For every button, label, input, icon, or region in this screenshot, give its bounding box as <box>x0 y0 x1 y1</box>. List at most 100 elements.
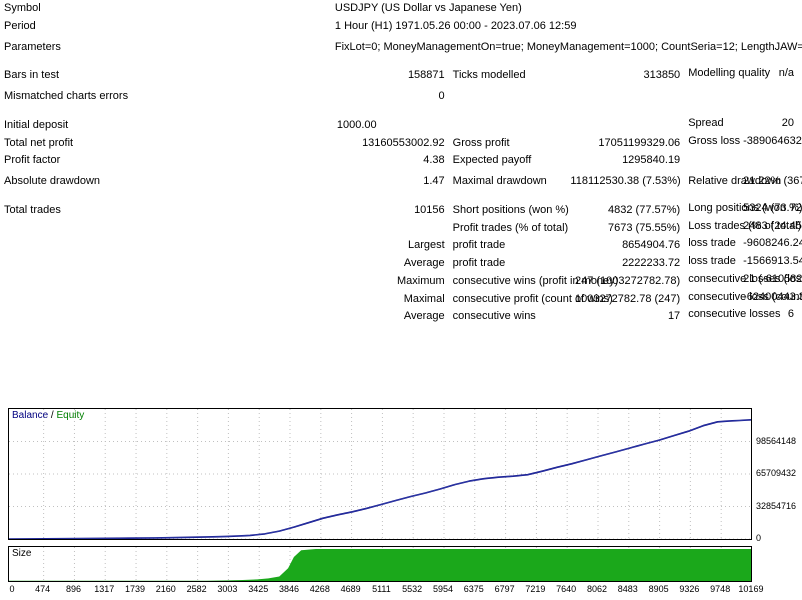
largest-loss-trade-label: loss trade <box>688 237 736 250</box>
balance-chart-legend: Balance / Equity <box>12 410 84 421</box>
average-loss-trade-label: loss trade <box>688 255 736 267</box>
x-axis-tick: 896 <box>65 584 81 594</box>
spread-cell: Spread 20 <box>684 117 802 135</box>
report-row-maximal: Maximal consecutive profit (count of win… <box>0 291 802 309</box>
report-row-profit-trades: Profit trades (% of total) 7673 (75.55%)… <box>0 220 802 238</box>
x-axis-tick: 2582 <box>186 584 207 594</box>
y-axis-tick: 0 <box>756 533 762 543</box>
spacer <box>0 59 802 67</box>
mismatched-label: Mismatched charts errors <box>4 90 129 102</box>
modelling-quality-label: Modelling quality <box>688 67 771 80</box>
expected-payoff-value: 1295840.19 <box>622 154 681 167</box>
largest-prefix: Largest <box>407 239 445 252</box>
x-axis-tick: 5111 <box>372 584 391 594</box>
x-axis-tick: 8905 <box>648 584 669 594</box>
avg-consecutive-wins-label: consecutive wins <box>452 310 536 323</box>
report-row-total-trades: Total trades 10156 Short positions (won … <box>0 202 802 220</box>
average-loss-trade-value: -1566913.54 <box>743 255 802 267</box>
x-axis-tick: 5532 <box>402 584 423 594</box>
x-axis-tick: 2160 <box>155 584 176 594</box>
balance-equity-chart: Balance / Equity <box>8 408 752 540</box>
report-row-maximum: Maximum consecutive wins (profit in mone… <box>0 273 802 291</box>
y-axis-tick: 98564148 <box>756 435 797 446</box>
x-axis-tick: 10169 <box>738 584 764 594</box>
size-area-svg <box>9 547 751 581</box>
report-row-deposit: Initial deposit 1000.00 Spread 20 <box>0 117 802 135</box>
report-row-parameters: Parameters FixLot=0; MoneyManagementOn=t… <box>0 36 802 60</box>
x-axis-tick: 3425 <box>248 584 269 594</box>
spread-value: 20 <box>781 116 794 129</box>
symbol-value: USDJPY (US Dollar vs Japanese Yen) <box>334 2 522 14</box>
total-net-profit-label: Total net profit <box>4 136 74 149</box>
x-axis-tick: 7219 <box>525 584 546 594</box>
relative-drawdown-value: 21.22% (367.83) <box>743 175 802 187</box>
report-row-symbol: Symbol USDJPY (US Dollar vs Japanese Yen… <box>0 0 802 18</box>
strategy-report-table: Symbol USDJPY (US Dollar vs Japanese Yen… <box>0 0 802 326</box>
report-row-avg-consecutive: Average consecutive wins 17 consecutive … <box>0 308 802 326</box>
report-row-period: Period 1 Hour (H1) 1971.05.26 00:00 - 20… <box>0 18 802 36</box>
bars-in-test-label: Bars in test <box>4 69 60 82</box>
report-row-average: Average profit trade 2222233.72 loss tra… <box>0 255 802 273</box>
x-axis-tick: 474 <box>35 584 51 594</box>
absolute-drawdown-label: Absolute drawdown <box>4 175 101 187</box>
max-consecutive-losses-label: consecutive losses (loss in money) <box>688 272 802 285</box>
bars-in-test-value: 158871 <box>407 69 445 82</box>
max-consecutive-losses-cell: consecutive losses (loss in money) 21 (-… <box>684 273 802 291</box>
long-positions-label: Long positions (won %) <box>688 201 802 214</box>
long-positions-cell: Long positions (won %) 5324 (73.72%) <box>684 202 802 220</box>
short-positions-value: 4832 (77.57%) <box>608 203 681 216</box>
spacer <box>0 194 802 202</box>
short-positions-label: Short positions (won %) <box>452 203 569 216</box>
symbol-label: Symbol <box>4 2 41 14</box>
maximal-drawdown-label: Maximal drawdown <box>452 175 547 187</box>
legend-equity-label: Equity <box>56 410 85 421</box>
maximal-consecutive-loss-label: consecutive loss (count of losses) <box>688 290 802 303</box>
size-chart: Size <box>8 546 752 582</box>
report-row-profit-factor: Profit factor 4.38 Expected payoff 12958… <box>0 152 802 170</box>
maximal-consecutive-loss-value: -62400443.36 (19) <box>743 290 802 303</box>
largest-loss-trade-value: -9608246.24 <box>743 237 802 250</box>
loss-trades-cell: Loss trades (% of total) 2483 (24.45%) <box>684 220 802 238</box>
charts-area: Balance / Equity Size 98564148 65709432 32… <box>0 406 802 600</box>
maximal-prefix: Maximal <box>403 292 445 305</box>
y-axis-labels: 98564148 65709432 32854716 0 <box>756 408 802 584</box>
period-value: 1 Hour (H1) 1971.05.26 00:00 - 2023.07.0… <box>334 19 577 32</box>
x-axis-tick: 3846 <box>278 584 299 594</box>
legend-balance-label: Balance <box>12 410 49 421</box>
balance-curve-svg <box>9 409 751 539</box>
maximal-consecutive-loss-cell: consecutive loss (count of losses) -6240… <box>684 291 802 309</box>
relative-drawdown-cell: Relative drawdown 21.22% (367.83) <box>684 170 802 194</box>
initial-deposit-label: Initial deposit <box>4 118 69 131</box>
long-positions-value: 5324 (73.72%) <box>743 201 802 214</box>
max-consecutive-losses-value: 21 (-61058212.38) <box>743 272 802 285</box>
ticks-modelled-value: 313850 <box>643 69 681 82</box>
period-label: Period <box>4 19 36 32</box>
average-prefix-2: Average <box>403 310 445 323</box>
x-axis-tick: 6797 <box>494 584 515 594</box>
legend-separator: / <box>50 410 54 421</box>
absolute-drawdown-value: 1.47 <box>423 175 445 187</box>
x-axis-tick: 3003 <box>217 584 238 594</box>
expected-payoff-label: Expected payoff <box>452 154 532 167</box>
report-row-mismatched: Mismatched charts errors 0 <box>0 85 802 109</box>
gross-loss-value: -3890646326.14 <box>743 134 802 147</box>
average-loss-trade-cell: loss trade -1566913.54 <box>684 255 802 273</box>
profit-trades-label: Profit trades (% of total) <box>452 221 569 234</box>
largest-profit-trade-label: profit trade <box>452 239 506 252</box>
y-axis-tick: 65709432 <box>756 468 797 478</box>
x-axis-tick: 4689 <box>340 584 361 594</box>
avg-consecutive-wins-value: 17 <box>667 310 681 323</box>
max-consecutive-wins-value: 247 (1003272782.78) <box>574 274 681 287</box>
maximal-consecutive-profit-label: consecutive profit (count of wins) <box>452 292 613 305</box>
spacer <box>0 109 802 117</box>
gross-profit-value: 17051199329.06 <box>598 136 681 149</box>
max-consecutive-wins-label: consecutive wins (profit in money) <box>452 274 619 287</box>
maximal-drawdown-value: 118112530.38 (7.53%) <box>570 175 681 187</box>
x-axis-tick: 6375 <box>463 584 484 594</box>
modelling-quality-cell: Modelling quality n/a <box>684 67 802 85</box>
avg-consecutive-losses-label: consecutive losses <box>688 308 781 321</box>
total-trades-value: 10156 <box>414 203 445 216</box>
initial-deposit-value: 1000.00 <box>336 118 377 131</box>
average-profit-trade-value: 2222233.72 <box>622 257 681 269</box>
parameters-label: Parameters <box>4 40 61 53</box>
